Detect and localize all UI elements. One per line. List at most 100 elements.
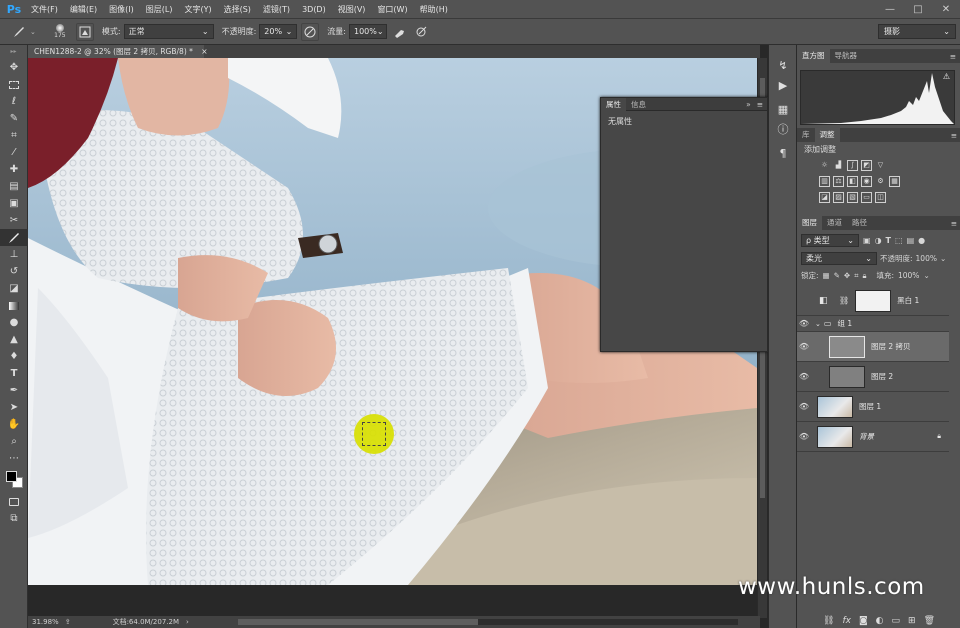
menu-file[interactable]: 文件(F) [25,0,64,19]
hue-saturation-icon[interactable]: ▥ [819,175,830,187]
tab-histogram[interactable]: 直方图 [797,49,830,63]
layer-row-background[interactable]: 👁︎ 背景 🔒︎ [797,422,949,452]
filter-shape-icon[interactable]: ⬚ [895,236,903,245]
filter-smart-icon[interactable]: ▤ [907,236,915,245]
tab-paths[interactable]: 路径 [847,216,872,230]
new-layer-icon[interactable]: ⊞ [908,616,916,626]
panel-menu-icon[interactable]: ≡ [951,219,957,228]
menu-filter[interactable]: 滤镜(T) [257,0,296,19]
mode-select[interactable]: 正常 ⌄ [123,24,214,39]
paragraph-panel-icon[interactable]: ¶ [769,143,797,163]
workspace-select[interactable]: 摄影 ⌄ [878,24,956,39]
lock-all-icon[interactable]: 🔒︎ [862,271,866,281]
lock-transparent-icon[interactable]: ▦ [823,271,830,280]
posterize-icon[interactable]: ▨ [833,191,844,203]
brush-preset-picker[interactable]: 175 [48,20,72,44]
tab-layers[interactable]: 图层 [797,216,822,230]
blend-mode-select[interactable]: 柔光 ⌄ [801,252,877,265]
menu-edit[interactable]: 编辑(E) [64,0,103,19]
pen-tool-icon[interactable]: ✒ [0,382,28,399]
opacity-input[interactable]: 20% ⌄ [259,24,298,39]
filter-type-icon[interactable]: T [886,236,891,245]
quick-select-tool-icon[interactable]: ✎ [0,110,28,127]
tab-properties[interactable]: 属性 [601,97,626,111]
tab-info[interactable]: 信息 [626,98,651,111]
color-lookup-icon[interactable]: ▦ [889,175,900,187]
eraser-tool-icon[interactable]: ◪ [0,280,28,297]
selective-color-icon[interactable]: ◫ [875,191,886,203]
move-tool-icon[interactable]: ✥ [0,59,28,76]
invert-icon[interactable]: ◪ [819,191,830,203]
actions-panel-icon[interactable]: ▶ [769,75,797,95]
tab-adjustments[interactable]: 调整 [814,128,840,142]
menu-help[interactable]: 帮助(H) [414,0,454,19]
layer-row-selected[interactable]: 👁︎ 图层 2 拷贝 [797,332,949,362]
quick-mask-icon[interactable] [0,493,28,510]
menu-type[interactable]: 文字(Y) [178,0,217,19]
sponge-tool-icon[interactable]: ♦ [0,348,28,365]
panel-menu-icon[interactable]: ≡ [951,131,957,140]
crop-tool-icon[interactable]: ⌗ [0,127,28,144]
status-menu-icon[interactable]: › [186,618,189,626]
brush-panel-icon[interactable] [75,22,94,41]
exposure-icon[interactable]: ◩ [861,159,872,171]
flow-input[interactable]: 100% ⌄ [348,24,387,39]
vibrance-icon[interactable]: ▽ [875,160,886,171]
lasso-tool-icon[interactable]: ℓ [0,93,28,110]
layer-filter-select[interactable]: ρ 类型 ⌄ [801,234,859,247]
info-panel-icon[interactable]: ⓘ [769,119,797,139]
properties-panel-icon[interactable]: ▦ [769,99,797,119]
menu-3d[interactable]: 3D(D) [296,0,332,19]
tab-libraries[interactable]: 库 [797,128,815,142]
folder-icon[interactable]: ▭ [892,616,901,626]
layer-opacity-value[interactable]: 100% [916,254,937,263]
layer-group-row[interactable]: 👁︎ ⌄ ▭ 组 1 [797,316,949,332]
dodge-tool-icon[interactable]: ▲ [0,331,28,348]
visibility-icon[interactable]: 👁︎ [797,432,811,441]
path-select-tool-icon[interactable]: ➤ [0,399,28,416]
stamp-tool-icon[interactable]: ▣ [0,195,28,212]
blur-tool-icon[interactable]: ● [0,314,28,331]
foreground-color[interactable] [6,471,17,482]
eyedropper-tool-icon[interactable]: ⁄ [0,144,28,161]
menu-select[interactable]: 选择(S) [218,0,257,19]
maximize-button[interactable]: □ [904,0,932,19]
visibility-icon[interactable]: 👁︎ [797,342,811,351]
visibility-icon[interactable]: 👁︎ [797,402,811,411]
tab-navigator[interactable]: 导航器 [830,49,863,63]
fill-value[interactable]: 100% [898,271,919,280]
panel-menu-icon[interactable]: ≡ [950,52,956,61]
link-icon[interactable]: ⛓ [823,616,834,626]
threshold-icon[interactable]: ▧ [847,191,858,203]
lock-artboard-icon[interactable]: ⌗ [854,271,858,281]
panel-menu-icon[interactable]: ≡ [757,100,763,109]
channel-mixer-icon[interactable]: ⚙ [875,176,886,187]
airbrush-icon[interactable] [391,23,409,41]
brush-tool-icon[interactable] [0,229,28,246]
more-tools-icon[interactable]: ⋯ [0,450,28,467]
scissors-tool-icon[interactable]: ✂ [0,212,28,229]
minimize-button[interactable]: — [876,0,904,19]
layer-row[interactable]: ◧ ⛓ 黑白 1 [797,286,949,316]
export-icon[interactable]: ⇪ [65,618,71,626]
fx-icon[interactable]: fx [842,616,851,626]
history-brush-tool-icon[interactable]: ↺ [0,263,28,280]
collapse-icon[interactable]: » [746,100,751,109]
close-tab-icon[interactable]: × [201,47,207,56]
close-button[interactable]: ✕ [932,0,960,19]
zoom-tool-icon[interactable]: ⌕ [0,433,28,450]
lock-pixels-icon[interactable]: ✎ [834,271,840,280]
pressure-opacity-icon[interactable] [301,22,320,41]
filter-adjustment-icon[interactable]: ◑ [875,236,882,245]
chevron-down-icon[interactable]: ⌄ [815,320,821,328]
chevron-down-icon[interactable]: ⌄ [923,271,929,280]
history-panel-icon[interactable]: ↯ [769,55,797,75]
document-tab[interactable]: CHEN1288-2 @ 32% (图层 2 拷贝, RGB/8) * × [28,45,208,58]
chevron-down-icon[interactable]: ⌄ [940,254,946,263]
lock-position-icon[interactable]: ✥ [844,271,850,280]
visibility-icon[interactable]: 👁︎ [797,372,811,381]
zoom-level[interactable]: 31.98% [32,618,59,626]
pressure-size-icon[interactable] [413,23,431,41]
filter-pixel-icon[interactable]: ▣ [863,236,871,245]
brightness-icon[interactable]: ☼ [819,160,830,171]
